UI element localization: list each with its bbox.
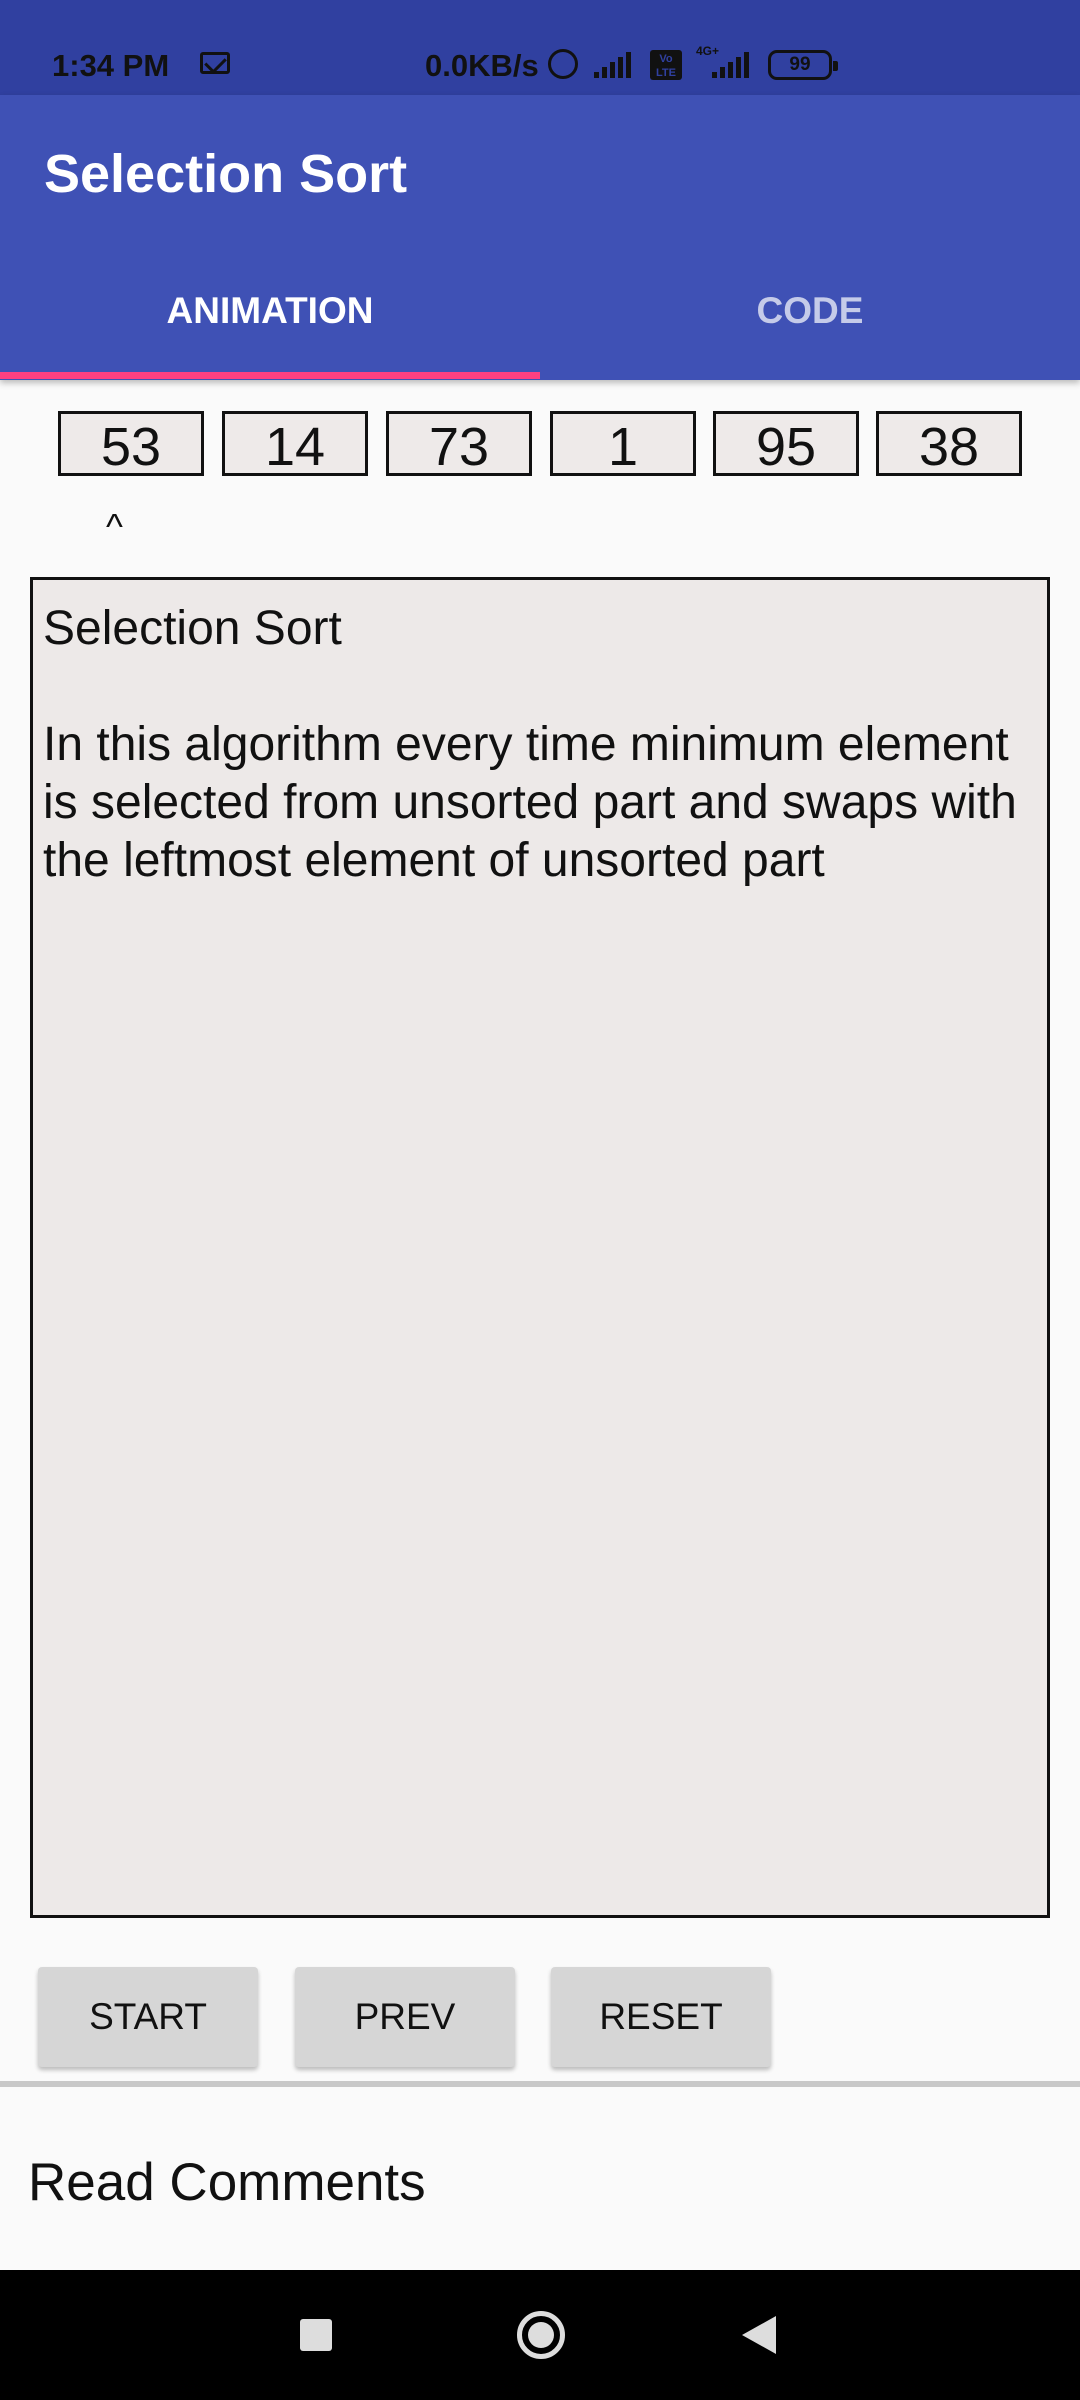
array-cell: 53 (58, 411, 204, 477)
array-cell: 38 (876, 411, 1022, 477)
tab-indicator (0, 372, 540, 379)
app-bar: Selection Sort ANIMATION CODE (0, 95, 1080, 380)
array-pointer: ^ (106, 506, 123, 547)
prev-button[interactable]: PREV (295, 1967, 515, 2067)
array-cell: 1 (550, 411, 696, 477)
read-comments-link[interactable]: Read Comments (28, 2152, 426, 2213)
array-cell: 95 (713, 411, 859, 477)
signal-icon (594, 52, 634, 78)
network-speed: 0.0KB/s (425, 48, 539, 83)
tab-animation[interactable]: ANIMATION (0, 290, 540, 332)
mail-icon (200, 52, 230, 74)
page-title: Selection Sort (44, 144, 408, 204)
reset-button[interactable]: RESET (551, 1967, 771, 2067)
array-cell: 73 (386, 411, 532, 477)
signal-icon (712, 52, 752, 78)
start-button[interactable]: START (38, 1967, 258, 2067)
recents-square-icon[interactable] (300, 2319, 332, 2351)
status-bar: 1:34 PM 0.0KB/s Vo LTE 4G+ 99 (0, 0, 1080, 95)
alarm-icon (548, 49, 578, 79)
array-cell: 14 (222, 411, 368, 477)
description-text: Selection Sort In this algorithm every t… (30, 577, 1050, 1918)
battery-icon: 99 (768, 50, 838, 80)
status-time: 1:34 PM (52, 48, 170, 83)
home-circle-icon[interactable] (517, 2311, 565, 2359)
volte-icon: Vo LTE (650, 50, 682, 80)
array-cells: 53 14 73 1 95 38 (58, 411, 1022, 477)
tab-code[interactable]: CODE (540, 290, 1080, 332)
back-triangle-icon[interactable] (742, 2316, 776, 2354)
